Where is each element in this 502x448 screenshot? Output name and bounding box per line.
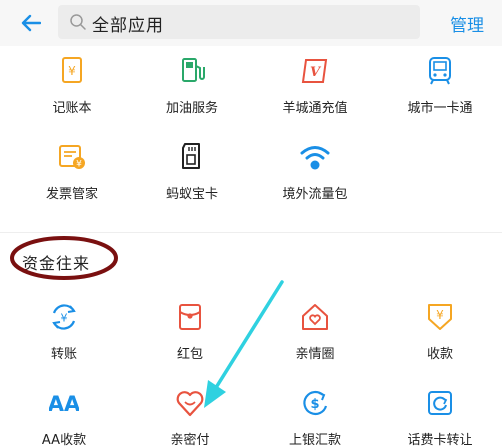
app-label: 城市一卡通 [407,101,473,116]
app-label: 转账 [50,347,77,362]
svg-text:¥: ¥ [436,308,444,322]
app-transfer[interactable]: ¥ 转账 [4,302,124,362]
remittance-icon: $ [303,390,328,416]
app-wifi[interactable]: 境外流量包 [255,142,375,202]
app-gas[interactable]: 加油服务 [132,56,252,116]
app-label: AA收款 [41,433,87,448]
app-label: 记账本 [52,101,92,116]
svg-text:AA: AA [49,392,79,416]
aa-icon: AA [49,392,79,416]
back-arrow-icon [21,14,41,32]
app-label: 上银汇款 [288,433,341,448]
app-label: 收款 [426,347,453,362]
city-card-icon [429,57,451,85]
gas-station-icon [182,58,205,82]
svg-text:¥: ¥ [61,312,68,325]
app-receive-money[interactable]: ¥ 收款 [380,302,500,362]
app-phone-card[interactable]: 话费卡转让 [380,388,500,448]
app-aa[interactable]: AA AA收款 [4,388,124,448]
app-label: 话费卡转让 [407,433,473,448]
search-text: 全部应用 [92,16,164,36]
app-label: 境外流量包 [282,187,348,202]
phone-card-icon [428,391,452,415]
app-ledger[interactable]: ¥ 记账本 [12,56,132,116]
app-label: 羊城通充值 [282,101,348,116]
search-icon [70,14,86,30]
invoice-icon: ¥ [59,145,85,170]
sim-card-icon [182,143,200,169]
app-transit-recharge[interactable]: V 羊城通充值 [255,56,375,116]
app-invoice[interactable]: ¥ 发票管家 [12,142,132,202]
ledger-icon: ¥ [62,57,82,83]
app-city-card[interactable]: 城市一卡通 [380,56,500,116]
svg-text:¥: ¥ [68,64,76,78]
svg-text:¥: ¥ [76,160,82,170]
section-divider [0,232,502,233]
app-label: 亲密付 [170,433,210,448]
annotation-circle [10,236,118,280]
search-input[interactable]: 全部应用 [58,5,420,39]
app-label: 加油服务 [165,101,218,116]
svg-text:V: V [310,65,322,80]
top-bar: 全部应用 管理 [0,0,502,46]
annotation-arrow [204,280,284,408]
family-icon [302,304,328,330]
receive-money-icon: ¥ [428,304,452,330]
manage-button[interactable]: 管理 [450,11,484,36]
transit-recharge-icon: V [301,59,328,83]
app-label: 蚂蚁宝卡 [165,187,218,202]
app-label: 发票管家 [45,187,98,202]
transfer-icon: ¥ [52,304,76,330]
app-sim-card[interactable]: 蚂蚁宝卡 [132,142,252,202]
wifi-icon [300,146,330,170]
back-button[interactable] [16,9,46,37]
svg-text:$: $ [310,397,319,412]
